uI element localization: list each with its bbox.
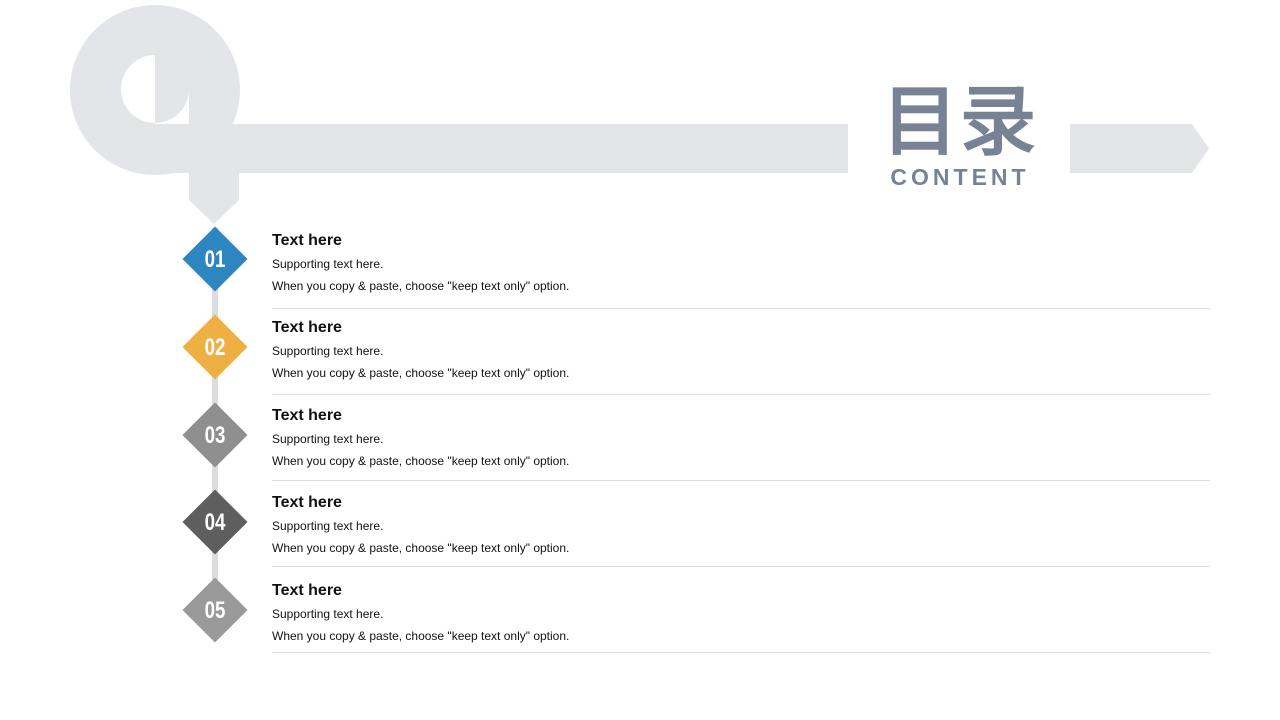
page-title: 目录 [882, 77, 1038, 166]
item-note: When you copy & paste, choose "keep text… [272, 279, 570, 293]
item-note: When you copy & paste, choose "keep text… [272, 541, 570, 555]
item-title: Text here [272, 494, 342, 511]
item-divider [272, 308, 1210, 309]
item-supporting-text: Supporting text here. [272, 344, 384, 358]
ribbon-arrow [1070, 124, 1209, 173]
ribbon-band [155, 124, 848, 173]
item-title: Text here [272, 232, 342, 249]
item-note: When you copy & paste, choose "keep text… [272, 629, 570, 643]
ribbon-drop [189, 124, 239, 224]
item-number: 05 [204, 597, 226, 624]
item-note: When you copy & paste, choose "keep text… [272, 366, 570, 380]
item-supporting-text: Supporting text here. [272, 519, 384, 533]
item-divider [272, 480, 1210, 481]
item-supporting-text: Supporting text here. [272, 607, 384, 621]
item-number: 03 [204, 422, 226, 449]
page-subtitle: CONTENT [890, 164, 1030, 190]
item-number: 02 [204, 334, 226, 361]
item-divider [272, 394, 1210, 395]
item-supporting-text: Supporting text here. [272, 257, 384, 271]
item-title: Text here [272, 582, 342, 599]
slide: 目录 CONTENT 01 Text here Supporting text … [0, 0, 1280, 720]
item-divider [272, 566, 1210, 567]
item-number: 04 [204, 509, 226, 536]
item-supporting-text: Supporting text here. [272, 432, 384, 446]
item-note: When you copy & paste, choose "keep text… [272, 454, 570, 468]
item-divider [272, 652, 1210, 653]
title-block: 目录 CONTENT [870, 77, 1050, 191]
item-number: 01 [204, 246, 226, 273]
item-title: Text here [272, 319, 342, 336]
item-title: Text here [272, 407, 342, 424]
